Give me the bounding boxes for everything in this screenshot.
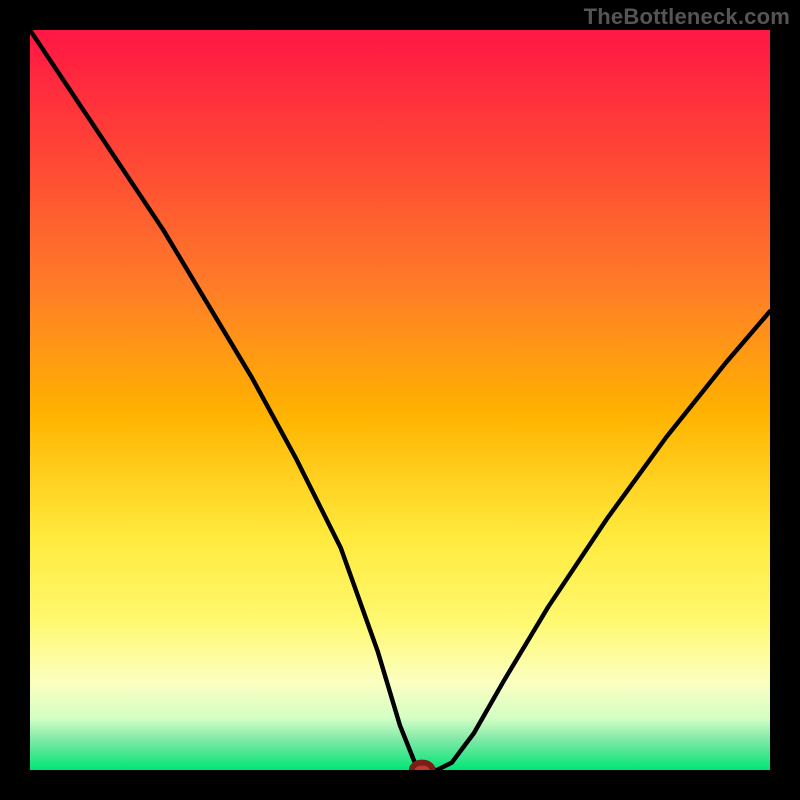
plot-background: [30, 30, 770, 770]
optimal-point-marker: [412, 763, 433, 770]
watermark-text: TheBottleneck.com: [584, 4, 790, 30]
bottleneck-plot: [30, 30, 770, 770]
chart-frame: TheBottleneck.com: [0, 0, 800, 800]
plot-svg: [30, 30, 770, 770]
